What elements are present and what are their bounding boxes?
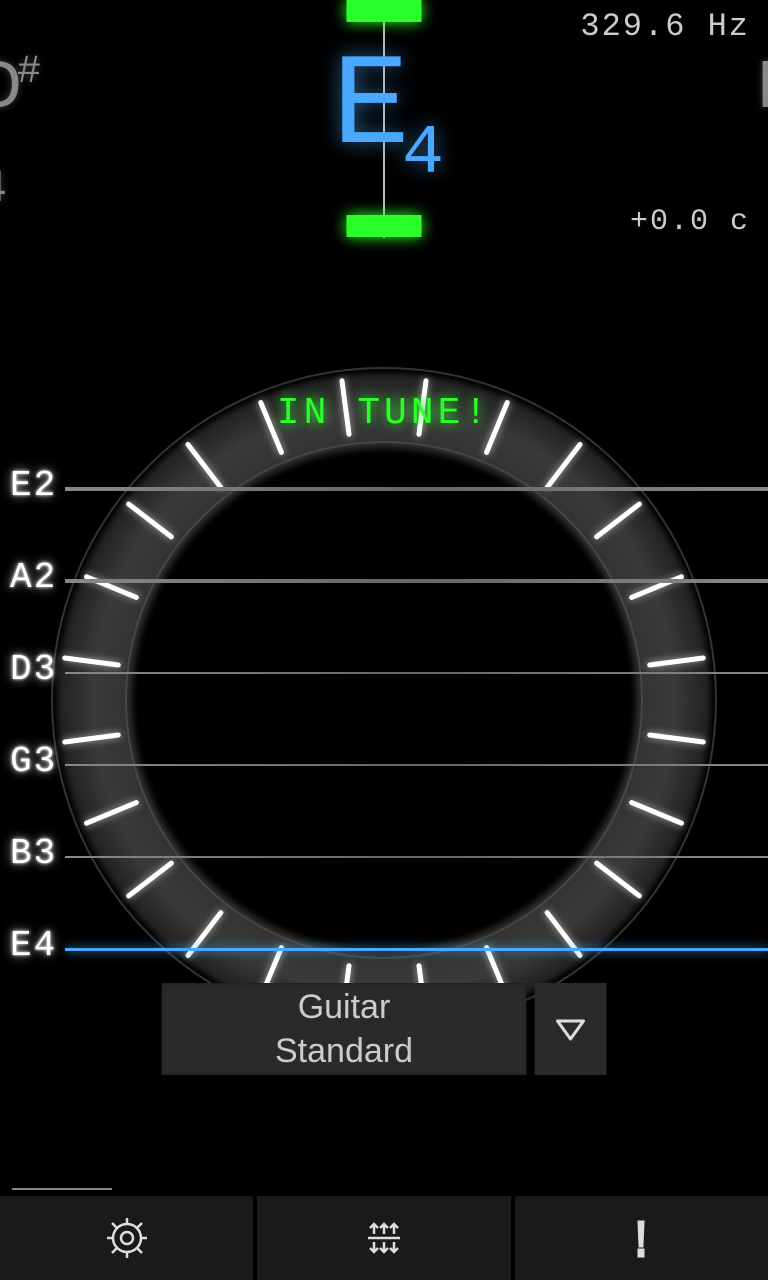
cents-readout: +0.0 c — [630, 205, 750, 239]
prev-note-letter: D — [0, 50, 17, 129]
info-button[interactable] — [515, 1196, 768, 1280]
string-label: A2 — [10, 557, 57, 598]
string-e2[interactable]: E2 — [0, 460, 768, 552]
string-label: G3 — [10, 741, 57, 782]
volume-indicator — [12, 1188, 112, 1190]
string-a2[interactable]: A2 — [0, 552, 768, 644]
in-tune-status: IN TUNE! — [277, 392, 491, 435]
gear-icon — [103, 1214, 151, 1262]
arrows-icon — [360, 1214, 408, 1262]
next-note-letter: F — [756, 50, 768, 129]
frequency-readout: 329.6 Hz — [580, 8, 750, 45]
string-line-active — [65, 948, 768, 951]
current-note-octave: 4 — [402, 115, 436, 194]
string-e4[interactable]: E4 — [0, 920, 768, 1012]
indicator-bottom — [347, 215, 422, 237]
bottom-toolbar — [0, 1196, 768, 1280]
string-line — [65, 579, 768, 583]
string-line — [65, 764, 768, 766]
string-line — [65, 856, 768, 858]
string-label: E4 — [10, 925, 57, 966]
settings-button[interactable] — [0, 1196, 253, 1280]
indicator-top — [347, 0, 422, 22]
current-note-letter: E — [332, 35, 402, 182]
prev-note-octave: 4 — [0, 164, 2, 215]
sharp-symbol: # — [17, 50, 36, 95]
previous-note: D#4 — [0, 50, 36, 208]
note-display: D#4 E4 F 329.6 Hz +0.0 c — [0, 0, 768, 250]
string-label: E2 — [10, 465, 57, 506]
string-line — [65, 672, 768, 674]
string-b3[interactable]: B3 — [0, 828, 768, 920]
string-d3[interactable]: D3 — [0, 644, 768, 736]
string-label: B3 — [10, 833, 57, 874]
next-note: F — [756, 50, 768, 129]
triangle-down-icon — [554, 1015, 588, 1043]
strings-container: E2 A2 D3 G3 B3 E4 — [0, 460, 768, 1012]
string-g3[interactable]: G3 — [0, 736, 768, 828]
exclaim-icon — [617, 1214, 665, 1262]
tuning-line2: Standard — [275, 1029, 413, 1073]
pitch-pipe-button[interactable] — [257, 1196, 510, 1280]
string-line — [65, 487, 768, 491]
string-label: D3 — [10, 649, 57, 690]
current-note: E4 — [332, 35, 436, 182]
